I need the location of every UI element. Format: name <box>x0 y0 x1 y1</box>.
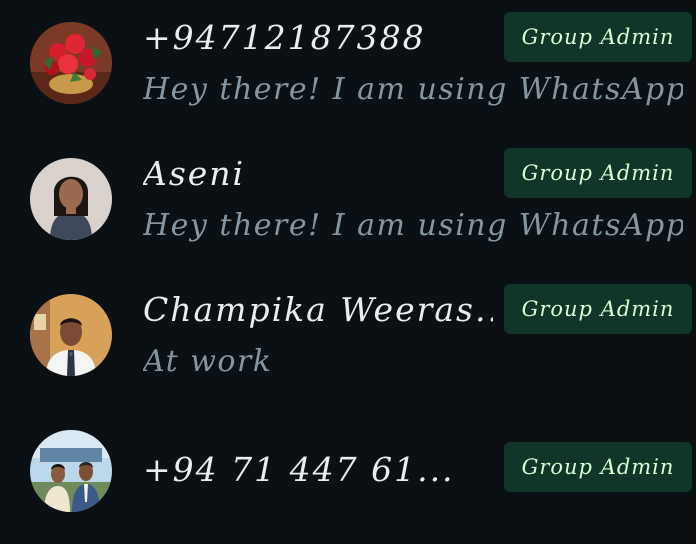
group-admin-badge: Group Admin <box>504 148 692 198</box>
group-participants-list: +94712187388 Hey there! I am using Whats… <box>0 0 696 544</box>
avatar[interactable] <box>30 294 112 376</box>
group-admin-badge: Group Admin <box>504 284 692 334</box>
group-admin-badge: Group Admin <box>504 442 692 492</box>
participant-name: Champika Weeras... <box>143 290 493 329</box>
participant-status: At work <box>143 344 273 379</box>
participant-status: Hey there! I am using WhatsApp. <box>143 72 683 107</box>
flowers-photo <box>30 22 112 104</box>
participant-name: Aseni <box>143 154 246 193</box>
participant-row[interactable]: +94 71 447 61... Group Admin <box>0 410 696 530</box>
participant-row[interactable]: Champika Weeras... At work Group Admin <box>0 274 696 394</box>
group-admin-badge: Group Admin <box>504 12 692 62</box>
avatar[interactable] <box>30 158 112 240</box>
woman-portrait-photo <box>30 158 112 240</box>
participant-name: +94 71 447 61... <box>143 450 455 489</box>
participant-name: +94712187388 <box>143 18 426 57</box>
avatar[interactable] <box>30 430 112 512</box>
avatar[interactable] <box>30 22 112 104</box>
participant-row[interactable]: +94712187388 Hey there! I am using Whats… <box>0 2 696 122</box>
participant-status: Hey there! I am using WhatsApp. <box>143 208 683 243</box>
couple-photo <box>30 430 112 512</box>
participant-row[interactable]: Aseni Hey there! I am using WhatsApp. Gr… <box>0 138 696 258</box>
man-portrait-photo <box>30 294 112 376</box>
